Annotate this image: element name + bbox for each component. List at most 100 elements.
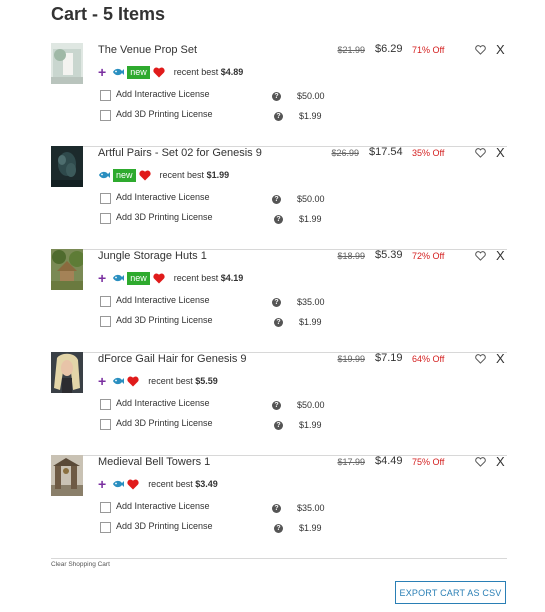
license-price: $1.99: [299, 111, 322, 121]
recent-best: recent best $4.89: [173, 67, 244, 77]
interactive-license-checkbox[interactable]: [100, 90, 111, 101]
help-icon[interactable]: ?: [274, 112, 283, 121]
cart-title: Cart - 5 Items: [51, 4, 166, 24]
pa-fish-icon: [113, 480, 125, 488]
interactive-license-checkbox[interactable]: [100, 399, 111, 410]
cart-item: The Venue Prop Set $21.99 $6.29 71% Off …: [51, 42, 507, 147]
plus-icon: +: [98, 476, 107, 492]
discount-label: 64% Off: [412, 354, 445, 364]
discount-label: 72% Off: [412, 251, 445, 261]
product-thumbnail[interactable]: [51, 146, 83, 187]
cart-item: Jungle Storage Huts 1 $18.99 $5.39 72% O…: [51, 248, 507, 353]
recent-best: recent best $1.99: [159, 170, 230, 180]
plus-icon: +: [98, 270, 107, 286]
license-label: Add 3D Printing License: [116, 109, 213, 119]
plus-icon: +: [98, 373, 107, 389]
license-price: $50.00: [297, 91, 325, 101]
product-name[interactable]: Artful Pairs - Set 02 for Genesis 9: [98, 147, 262, 159]
sale-price: $5.39: [375, 249, 403, 261]
product-badges: + recent best $5.59: [98, 374, 218, 388]
remove-item-button[interactable]: X: [496, 145, 505, 160]
heart-icon: [138, 170, 151, 180]
license-label: Add Interactive License: [116, 398, 210, 408]
interactive-license-checkbox[interactable]: [100, 296, 111, 307]
help-icon[interactable]: ?: [274, 215, 283, 224]
product-thumbnail[interactable]: [51, 249, 83, 290]
wishlist-heart-icon[interactable]: [475, 251, 486, 261]
interactive-license-checkbox[interactable]: [100, 502, 111, 513]
product-name[interactable]: dForce Gail Hair for Genesis 9: [98, 353, 247, 365]
original-price: $17.99: [337, 457, 365, 467]
remove-item-button[interactable]: X: [496, 42, 505, 57]
discount-label: 71% Off: [412, 45, 445, 55]
license-label: Add Interactive License: [116, 501, 210, 511]
3d-printing-license-checkbox[interactable]: [100, 110, 111, 121]
heart-icon: [127, 479, 139, 489]
cart-item: Artful Pairs - Set 02 for Genesis 9 $26.…: [51, 145, 507, 250]
help-icon[interactable]: ?: [272, 504, 281, 513]
wishlist-heart-icon[interactable]: [475, 457, 486, 467]
license-label: Add 3D Printing License: [116, 418, 213, 428]
remove-item-button[interactable]: X: [496, 454, 505, 469]
sale-price: $7.19: [375, 352, 403, 364]
license-label: Add 3D Printing License: [116, 212, 213, 222]
export-csv-button[interactable]: EXPORT CART AS CSV: [395, 581, 506, 604]
heart-icon: [127, 376, 139, 386]
pa-fish-icon: [113, 68, 125, 76]
license-price: $35.00: [297, 297, 325, 307]
cart-item: dForce Gail Hair for Genesis 9 $19.99 $7…: [51, 351, 507, 456]
help-icon[interactable]: ?: [274, 524, 283, 533]
new-badge: new: [127, 65, 150, 79]
heart-icon: [153, 67, 165, 77]
license-label: Add 3D Printing License: [116, 521, 213, 531]
clear-cart-link[interactable]: Clear Shopping Cart: [51, 561, 110, 568]
help-icon[interactable]: ?: [274, 421, 283, 430]
license-label: Add Interactive License: [116, 89, 210, 99]
product-name[interactable]: Medieval Bell Towers 1: [98, 456, 210, 468]
help-icon[interactable]: ?: [274, 318, 283, 327]
help-icon[interactable]: ?: [272, 195, 281, 204]
wishlist-heart-icon[interactable]: [475, 354, 486, 364]
product-name[interactable]: The Venue Prop Set: [98, 44, 197, 56]
pa-fish-icon: [99, 171, 110, 179]
license-price: $50.00: [297, 400, 325, 410]
3d-printing-license-checkbox[interactable]: [100, 522, 111, 533]
discount-label: 35% Off: [412, 148, 445, 158]
wishlist-heart-icon[interactable]: [475, 148, 486, 158]
sale-price: $4.49: [375, 455, 403, 467]
original-price: $21.99: [337, 45, 365, 55]
product-badges: + recent best $3.49: [98, 477, 218, 491]
product-thumbnail[interactable]: [51, 455, 83, 496]
original-price: $26.99: [331, 148, 359, 158]
3d-printing-license-checkbox[interactable]: [100, 213, 111, 224]
product-badges: + new recent best $4.19: [98, 271, 243, 285]
3d-printing-license-checkbox[interactable]: [100, 316, 111, 327]
help-icon[interactable]: ?: [272, 92, 281, 101]
new-badge: new: [127, 271, 150, 285]
help-icon[interactable]: ?: [272, 401, 281, 410]
pa-fish-icon: [113, 274, 125, 282]
product-thumbnail[interactable]: [51, 352, 83, 393]
license-label: Add Interactive License: [116, 192, 210, 202]
wishlist-heart-icon[interactable]: [475, 45, 486, 55]
cart-item: Medieval Bell Towers 1 $17.99 $4.49 75% …: [51, 454, 507, 559]
product-thumbnail[interactable]: [51, 43, 83, 84]
license-price: $1.99: [299, 523, 322, 533]
recent-best: recent best $5.59: [148, 376, 218, 386]
license-price: $1.99: [299, 317, 322, 327]
product-name[interactable]: Jungle Storage Huts 1: [98, 250, 207, 262]
recent-best: recent best $3.49: [148, 479, 218, 489]
remove-item-button[interactable]: X: [496, 248, 505, 263]
3d-printing-license-checkbox[interactable]: [100, 419, 111, 430]
license-label: Add 3D Printing License: [116, 315, 213, 325]
sale-price: $6.29: [375, 43, 403, 55]
license-label: Add Interactive License: [116, 295, 210, 305]
heart-icon: [153, 273, 165, 283]
sale-price: $17.54: [369, 146, 403, 158]
remove-item-button[interactable]: X: [496, 351, 505, 366]
help-icon[interactable]: ?: [272, 298, 281, 307]
interactive-license-checkbox[interactable]: [100, 193, 111, 204]
discount-label: 75% Off: [412, 457, 445, 467]
license-price: $1.99: [299, 420, 322, 430]
new-badge: new: [113, 168, 136, 182]
